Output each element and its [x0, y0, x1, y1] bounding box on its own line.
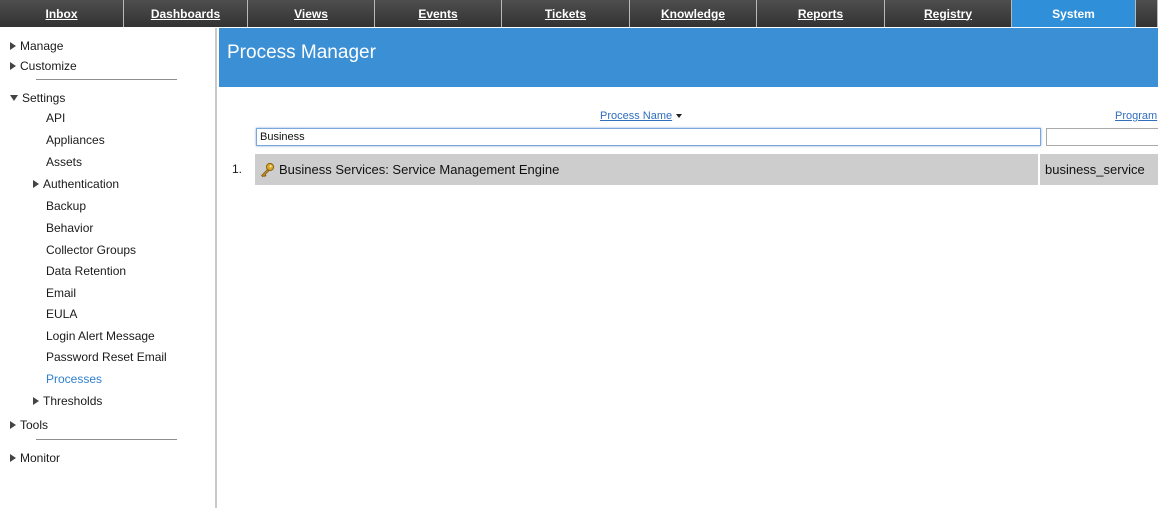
sidebar-item-assets[interactable]: Assets — [46, 152, 82, 172]
tab-views[interactable]: Views — [248, 0, 375, 27]
key-icon — [261, 162, 275, 178]
sidebar: Manage Customize Settings API Appliances… — [0, 28, 217, 508]
column-header-label: Program — [1115, 110, 1158, 122]
expand-arrow-icon — [10, 454, 16, 462]
sidebar-item-label: Processes — [46, 372, 103, 386]
sidebar-item-data-retention[interactable]: Data Retention — [46, 261, 126, 281]
page-header: Process Manager — [219, 28, 1158, 87]
tab-tickets[interactable]: Tickets — [502, 0, 630, 27]
tab-knowledge[interactable]: Knowledge — [630, 0, 757, 27]
column-header-process-name[interactable]: Process Name — [600, 110, 683, 124]
expand-arrow-icon — [10, 421, 16, 429]
sidebar-item-login-alert-message[interactable]: Login Alert Message — [46, 326, 155, 346]
sidebar-item-thresholds[interactable]: Thresholds — [33, 391, 102, 411]
tab-system[interactable]: System — [1012, 0, 1136, 27]
sidebar-item-tools[interactable]: Tools — [10, 415, 48, 435]
column-header-program[interactable]: Program — [1115, 110, 1157, 124]
sidebar-item-label: Login Alert Message — [46, 329, 155, 343]
sidebar-item-label: Thresholds — [43, 394, 103, 408]
expand-arrow-icon — [10, 42, 16, 50]
sidebar-item-label: Password Reset Email — [46, 350, 167, 364]
program-cell: business_service — [1045, 162, 1145, 177]
sidebar-item-appliances[interactable]: Appliances — [46, 130, 105, 150]
sidebar-item-behavior[interactable]: Behavior — [46, 218, 93, 238]
sidebar-item-label: Email — [46, 286, 77, 300]
sidebar-item-label: Appliances — [46, 133, 105, 147]
sidebar-item-label: Settings — [22, 91, 66, 105]
sidebar-divider — [36, 79, 177, 80]
tab-events[interactable]: Events — [375, 0, 502, 27]
sidebar-item-label: API — [46, 111, 66, 125]
expand-arrow-icon — [33, 180, 39, 188]
sidebar-item-email[interactable]: Email — [46, 283, 76, 303]
top-nav: Inbox Dashboards Views Events Tickets Kn… — [0, 0, 1158, 27]
sidebar-item-label: Assets — [46, 155, 83, 169]
sidebar-item-label: EULA — [46, 307, 78, 321]
sidebar-item-monitor[interactable]: Monitor — [10, 448, 60, 468]
tab-reports[interactable]: Reports — [757, 0, 885, 27]
sidebar-item-label: Behavior — [46, 221, 94, 235]
tab-overflow — [1136, 0, 1158, 27]
sidebar-item-password-reset-email[interactable]: Password Reset Email — [46, 347, 167, 367]
column-header-label: Process Name — [600, 110, 673, 122]
sidebar-item-label: Data Retention — [46, 264, 127, 278]
column-divider — [1038, 154, 1040, 185]
sidebar-item-manage[interactable]: Manage — [10, 36, 63, 56]
sidebar-item-label: Collector Groups — [46, 243, 137, 257]
sidebar-divider — [36, 439, 177, 440]
tab-registry[interactable]: Registry — [885, 0, 1012, 27]
program-filter-input[interactable] — [1046, 128, 1158, 146]
sidebar-item-collector-groups[interactable]: Collector Groups — [46, 240, 136, 260]
sidebar-item-label: Monitor — [20, 451, 61, 465]
tab-dashboards[interactable]: Dashboards — [124, 0, 248, 27]
sidebar-item-label: Backup — [46, 199, 87, 213]
sort-desc-icon — [676, 114, 683, 119]
sidebar-item-customize[interactable]: Customize — [10, 56, 77, 76]
sidebar-item-eula[interactable]: EULA — [46, 304, 77, 324]
table-row[interactable]: Business Services: Service Management En… — [255, 154, 1158, 185]
sidebar-item-processes[interactable]: Processes — [46, 369, 102, 389]
sidebar-item-settings[interactable]: Settings — [10, 88, 65, 108]
process-name-filter-input[interactable] — [256, 128, 1041, 146]
sidebar-item-authentication[interactable]: Authentication — [33, 174, 119, 194]
sidebar-item-label: Authentication — [43, 177, 120, 191]
process-name-cell[interactable]: Business Services: Service Management En… — [279, 162, 559, 177]
sidebar-item-label: Customize — [20, 59, 77, 73]
expand-arrow-icon — [33, 397, 39, 405]
tab-inbox[interactable]: Inbox — [0, 0, 124, 27]
sidebar-item-api[interactable]: API — [46, 108, 65, 128]
sidebar-item-label: Tools — [20, 418, 49, 432]
sidebar-item-backup[interactable]: Backup — [46, 196, 86, 216]
row-index: 1. — [232, 162, 243, 176]
sidebar-item-label: Manage — [20, 39, 64, 53]
page-title: Process Manager — [227, 42, 376, 63]
collapse-arrow-icon — [10, 95, 18, 101]
expand-arrow-icon — [10, 62, 16, 70]
